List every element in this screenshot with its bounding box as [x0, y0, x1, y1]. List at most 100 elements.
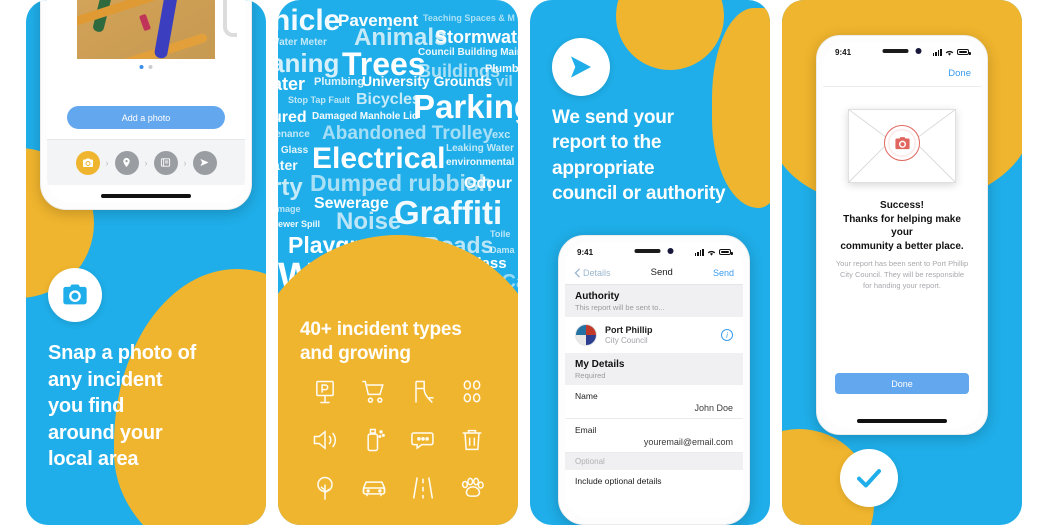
word-cloud-term: ater	[278, 74, 306, 94]
front-camera-icon	[667, 248, 674, 254]
battery-icon	[957, 49, 971, 55]
speaker-grill-icon	[634, 249, 661, 253]
word-cloud-term: tenance	[278, 129, 310, 140]
word-cloud-term: Graffiti	[394, 194, 503, 231]
yellow-circle-top	[616, 0, 724, 70]
speaker-grill-icon	[882, 49, 909, 53]
chevron-left-icon	[574, 267, 581, 278]
success-body: Your report has been sent to Port Philli…	[835, 259, 969, 290]
step-camera-icon[interactable]	[75, 150, 100, 175]
authority-row[interactable]: Port Phillip City Council i	[565, 317, 743, 353]
status-indicators	[694, 248, 733, 256]
word-cloud-term: vil	[496, 73, 513, 90]
word-cloud-term: nicle	[278, 4, 341, 37]
word-cloud-term: Damaged Manhole Lid	[312, 111, 419, 122]
word-cloud-term: Abandoned Trolley	[322, 123, 494, 144]
email-label: Email	[575, 425, 597, 435]
notch	[634, 248, 674, 254]
home-indicator	[857, 419, 947, 423]
details-subtitle: Required	[575, 371, 606, 380]
step-list-icon[interactable]	[153, 150, 178, 175]
step-location-pin-icon[interactable]	[114, 150, 139, 175]
success-title: Success! Thanks for helping make your co…	[840, 200, 964, 252]
back-label: Details	[583, 267, 611, 278]
playground-slide-icon	[409, 378, 437, 406]
word-cloud-term: Stormwater	[435, 27, 518, 47]
word-cloud-term: environmental	[446, 157, 515, 168]
top-done-bar: Done	[823, 62, 981, 87]
phone-screen: 9:41 Done Success! Thanks for helping ma…	[823, 42, 981, 428]
page-curl-decoration	[223, 0, 237, 37]
cellular-signal-icon	[694, 248, 704, 256]
name-value[interactable]: John Doe	[575, 403, 733, 413]
status-time: 9:41	[835, 47, 852, 57]
shopping-cart-icon	[360, 378, 388, 406]
road-icon	[409, 474, 437, 502]
name-field[interactable]: Name John Doe	[565, 385, 743, 419]
phone-mockup-success: 9:41 Done Success! Thanks for helping ma…	[816, 35, 988, 435]
navigation-bar: Details Send Send	[565, 262, 743, 285]
success-message: Success! Thanks for helping make your co…	[823, 183, 981, 292]
trash-bin-icon	[458, 426, 486, 454]
panel-incident-types: niclePavementTeaching Spaces & MWater Me…	[278, 0, 518, 525]
word-cloud-term: Leaking Water	[446, 143, 514, 154]
wifi-icon	[945, 50, 954, 56]
phone-screen: 9:41 Details Send Send Authority This re…	[565, 242, 743, 518]
done-button[interactable]: Done	[835, 373, 969, 394]
phone-mockup-send-form: 9:41 Details Send Send Authority This re…	[558, 235, 750, 525]
check-icon	[857, 469, 881, 488]
authority-title: Authority	[575, 291, 620, 302]
word-cloud-term: Bicycles	[356, 91, 421, 108]
word-cloud-term: Stop Tap Fault	[288, 95, 350, 105]
status-bar: 9:41	[823, 42, 981, 62]
panel-send-report: We send your report to the appropriate c…	[530, 0, 770, 525]
back-to-details-button[interactable]: Details	[574, 268, 611, 278]
car-icon	[360, 474, 388, 502]
phone-mockup-add-photo: Add a photo › › ›	[40, 0, 252, 210]
success-check-badge	[840, 449, 898, 507]
spray-can-icon	[360, 426, 388, 454]
photo-carousel-dots[interactable]	[139, 65, 153, 69]
carousel-dot-2[interactable]	[148, 65, 153, 69]
app-store-screenshot-gallery: Add a photo › › › Snap a photo of any in…	[0, 0, 1037, 525]
authority-section-header: Authority This report will be sent to...	[565, 285, 743, 317]
send-icon	[571, 56, 591, 78]
incident-type-icon-grid	[300, 378, 496, 502]
word-cloud-term: Dama	[490, 245, 515, 255]
word-cloud-term: rty	[278, 174, 303, 201]
authority-name: Port Phillip	[605, 325, 653, 335]
phone-screen: Add a photo › › ›	[47, 0, 245, 203]
name-label: Name	[575, 391, 598, 401]
word-cloud-term: exc	[492, 129, 511, 141]
notch	[882, 48, 922, 54]
email-value[interactable]: youremail@email.com	[575, 437, 733, 447]
wifi-icon	[707, 250, 716, 256]
word-cloud-term: Parking	[413, 88, 518, 125]
step-send-icon[interactable]	[192, 150, 217, 175]
word-cloud-term: d Glass	[278, 145, 309, 156]
incident-photo	[77, 0, 215, 59]
info-circle-icon[interactable]: i	[721, 329, 733, 341]
status-time: 9:41	[577, 247, 594, 257]
include-optional-details-row[interactable]: Include optional details	[565, 470, 743, 492]
add-photo-button[interactable]: Add a photo	[67, 106, 225, 129]
word-cloud-term: Teaching Spaces & M	[423, 13, 515, 23]
optional-section-header: Optional	[565, 453, 743, 470]
done-link[interactable]: Done	[948, 68, 971, 79]
front-camera-icon	[915, 48, 922, 54]
word-cloud-term: aning	[278, 48, 340, 78]
panel-snap-a-photo: Add a photo › › › Snap a photo of any in…	[26, 0, 266, 525]
step-separator: ›	[183, 157, 187, 168]
cellular-signal-icon	[932, 48, 942, 56]
council-seal-logo	[575, 324, 597, 346]
carousel-dot-1[interactable]	[139, 65, 144, 69]
status-bar: 9:41	[565, 242, 743, 262]
footprints-icon	[458, 378, 486, 406]
word-cloud-term: ater	[278, 157, 298, 173]
word-cloud-term: University Grounds	[362, 73, 492, 89]
email-field[interactable]: Email youremail@email.com	[565, 419, 743, 453]
word-cloud-term: Noise	[336, 208, 402, 235]
send-button[interactable]: Send	[713, 268, 734, 278]
camera-icon	[63, 284, 87, 305]
home-indicator	[101, 194, 191, 198]
